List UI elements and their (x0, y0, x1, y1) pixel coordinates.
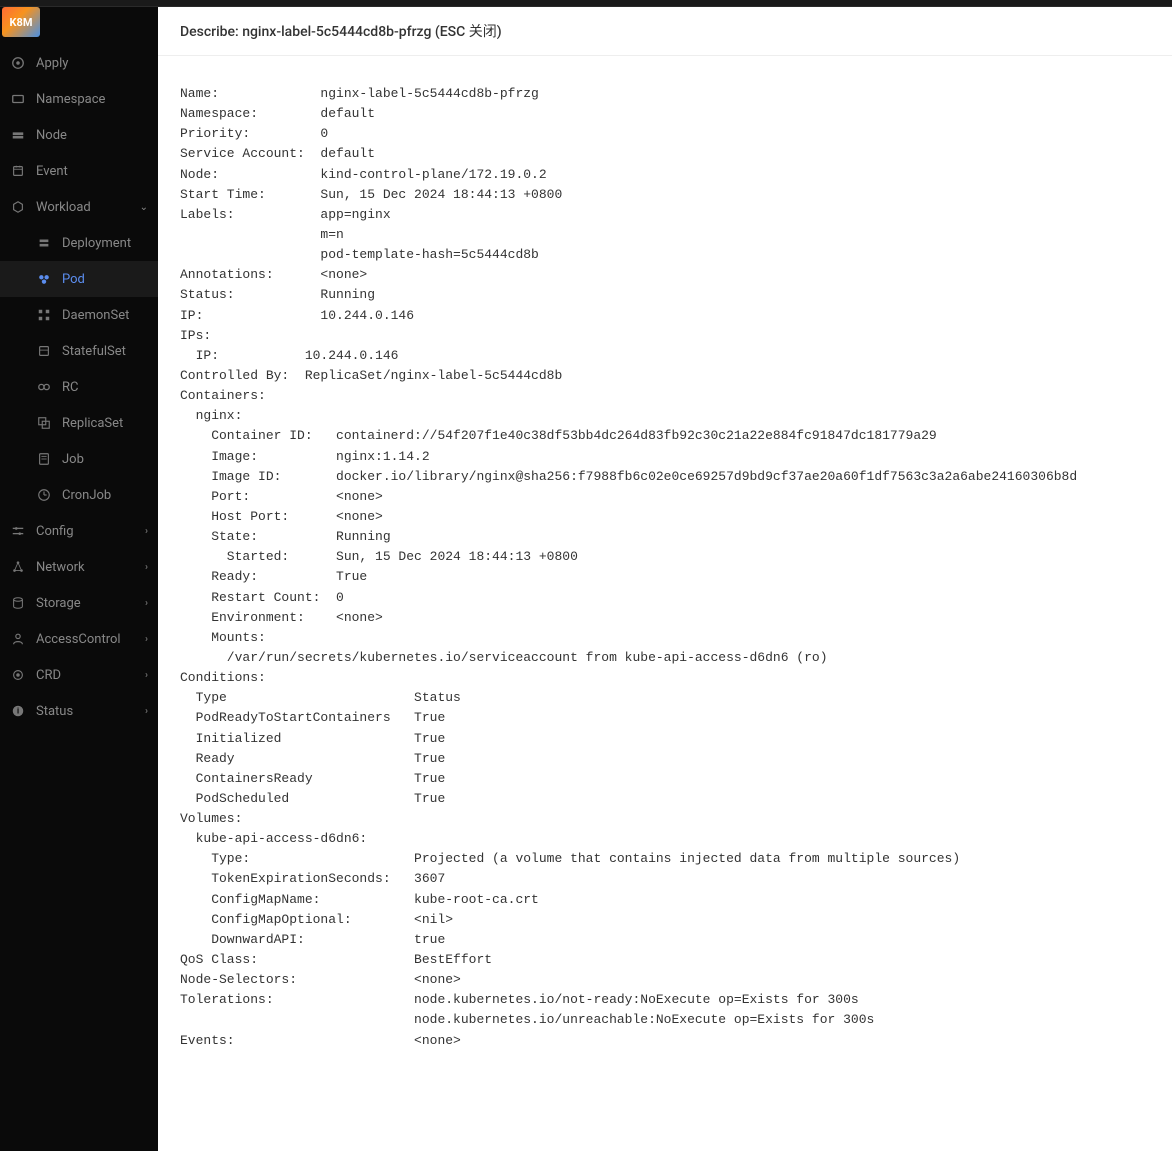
replicaset-icon (36, 415, 52, 431)
page-title: Describe: nginx-label-5c5444cd8b-pfrzg (… (180, 24, 502, 40)
nav-label: DaemonSet (62, 308, 129, 323)
nav-label: AccessControl (36, 632, 121, 647)
nav-label: CronJob (62, 488, 111, 503)
describe-content: Name: nginx-label-5c5444cd8b-pfrzg Names… (158, 56, 1172, 1151)
chevron-down-icon: ⌄ (140, 202, 148, 213)
nav-label: Network (36, 560, 85, 575)
storage-icon (10, 595, 26, 611)
nav-status[interactable]: i Status › (0, 693, 158, 729)
nav-label: Node (36, 128, 67, 143)
chevron-right-icon: › (145, 706, 148, 717)
nav-statefulset[interactable]: StatefulSet (0, 333, 158, 369)
nav-node[interactable]: Node (0, 117, 158, 153)
nav-label: Config (36, 524, 74, 539)
job-icon (36, 451, 52, 467)
nav-label: Pod (62, 272, 85, 287)
nav-storage[interactable]: Storage › (0, 585, 158, 621)
cronjob-icon (36, 487, 52, 503)
nav-label: Deployment (62, 236, 131, 251)
crd-icon (10, 667, 26, 683)
apply-icon (10, 55, 26, 71)
nav-replicaset[interactable]: ReplicaSet (0, 405, 158, 441)
nav-label: StatefulSet (62, 344, 126, 359)
status-icon: i (10, 703, 26, 719)
nav-job[interactable]: Job (0, 441, 158, 477)
nav-label: Namespace (36, 92, 105, 107)
nav-label: Event (36, 164, 68, 179)
chevron-right-icon: › (145, 598, 148, 609)
nav-label: ReplicaSet (62, 416, 123, 431)
chevron-right-icon: › (145, 562, 148, 573)
namespace-icon (10, 91, 26, 107)
nav-config[interactable]: Config › (0, 513, 158, 549)
nav-cronjob[interactable]: CronJob (0, 477, 158, 513)
nav-network[interactable]: Network › (0, 549, 158, 585)
config-icon (10, 523, 26, 539)
nav-rc[interactable]: RC (0, 369, 158, 405)
nav-pod[interactable]: Pod (0, 261, 158, 297)
svg-text:i: i (17, 707, 19, 716)
accesscontrol-icon (10, 631, 26, 647)
event-icon (10, 163, 26, 179)
nav-crd[interactable]: CRD › (0, 657, 158, 693)
nav-label: Job (62, 452, 84, 467)
chevron-right-icon: › (145, 526, 148, 537)
nav-daemonset[interactable]: DaemonSet (0, 297, 158, 333)
chevron-right-icon: › (145, 634, 148, 645)
nav-accesscontrol[interactable]: AccessControl › (0, 621, 158, 657)
page-header: Describe: nginx-label-5c5444cd8b-pfrzg (… (158, 7, 1172, 56)
app-logo[interactable]: K8M (2, 7, 40, 37)
nav-deployment[interactable]: Deployment (0, 225, 158, 261)
chevron-right-icon: › (145, 670, 148, 681)
nav-apply[interactable]: Apply (0, 45, 158, 81)
rc-icon (36, 379, 52, 395)
deployment-icon (36, 235, 52, 251)
nav-workload[interactable]: Workload ⌄ (0, 189, 158, 225)
main-panel: Describe: nginx-label-5c5444cd8b-pfrzg (… (158, 7, 1172, 1151)
node-icon (10, 127, 26, 143)
nav-label: Storage (36, 596, 81, 611)
nav-label: Apply (36, 56, 68, 71)
nav-namespace[interactable]: Namespace (0, 81, 158, 117)
sidebar: K8M Apply Namespace Node Event Workload ⌄ Depl… (0, 7, 158, 1151)
nav-label: Workload (36, 200, 91, 215)
statefulset-icon (36, 343, 52, 359)
network-icon (10, 559, 26, 575)
nav-event[interactable]: Event (0, 153, 158, 189)
daemonset-icon (36, 307, 52, 323)
pod-icon (36, 271, 52, 287)
workload-icon (10, 199, 26, 215)
topbar (0, 0, 1172, 7)
nav-label: Status (36, 704, 73, 719)
nav-label: CRD (36, 668, 61, 683)
describe-output: Name: nginx-label-5c5444cd8b-pfrzg Names… (180, 84, 1150, 1051)
nav-label: RC (62, 380, 78, 395)
